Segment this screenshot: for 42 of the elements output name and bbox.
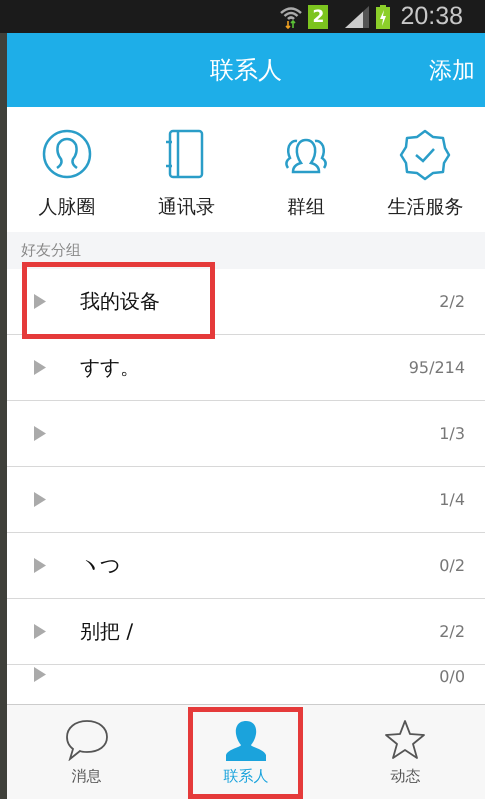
group-row[interactable]: 0/0 <box>7 665 485 704</box>
group-name: 别把 / <box>79 618 134 645</box>
triangle-icon <box>34 558 46 573</box>
group-count: 0/0 <box>439 667 465 686</box>
group-count: 0/2 <box>439 556 465 575</box>
star-icon <box>383 718 428 760</box>
triangle-icon <box>34 492 46 507</box>
group-row[interactable]: 1/3 <box>7 401 485 467</box>
shortcut-item[interactable]: 生活服务 <box>370 120 480 220</box>
triangle-icon <box>34 667 46 682</box>
battery-icon <box>376 4 390 28</box>
group-count: 95/214 <box>408 358 465 377</box>
group-name: 我的设备 <box>79 288 161 315</box>
triangle-icon <box>34 360 46 375</box>
group-count: 1/4 <box>439 490 465 509</box>
shortcut-item[interactable]: 群组 <box>250 120 361 220</box>
tab[interactable]: 动态 <box>348 705 463 799</box>
tab[interactable]: 消息 <box>29 705 144 799</box>
triangle-icon <box>34 624 46 639</box>
group-name: ヽつ <box>79 552 121 579</box>
group-count: 1/3 <box>439 424 465 443</box>
triangle-icon <box>34 294 46 309</box>
group-name: すす。 <box>79 354 141 381</box>
group-row[interactable]: 我的设备 2/2 <box>7 269 485 335</box>
group-row[interactable]: すす。 95/214 <box>7 335 485 401</box>
check-badge-icon <box>399 128 452 182</box>
group-row[interactable]: ヽつ 0/2 <box>7 533 485 599</box>
clock: 20:38 <box>400 2 463 31</box>
wifi-icon <box>280 4 302 28</box>
shortcut-item[interactable]: 通讯录 <box>131 120 242 220</box>
speech-bubble-icon <box>64 718 109 760</box>
group-row[interactable]: 1/4 <box>7 467 485 533</box>
signal-icon <box>344 6 370 28</box>
group-count: 2/2 <box>439 292 465 311</box>
sim-badge: 2 <box>308 4 328 28</box>
person-icon <box>224 718 268 760</box>
screen-title: 联系人 <box>210 55 282 86</box>
triangle-icon <box>34 426 46 441</box>
group-row[interactable]: 别把 / 2/2 <box>7 599 485 665</box>
shortcut-item[interactable]: 人脉圈 <box>12 120 122 220</box>
group-count: 2/2 <box>439 622 465 641</box>
section-label: 好友分组 <box>21 241 81 260</box>
